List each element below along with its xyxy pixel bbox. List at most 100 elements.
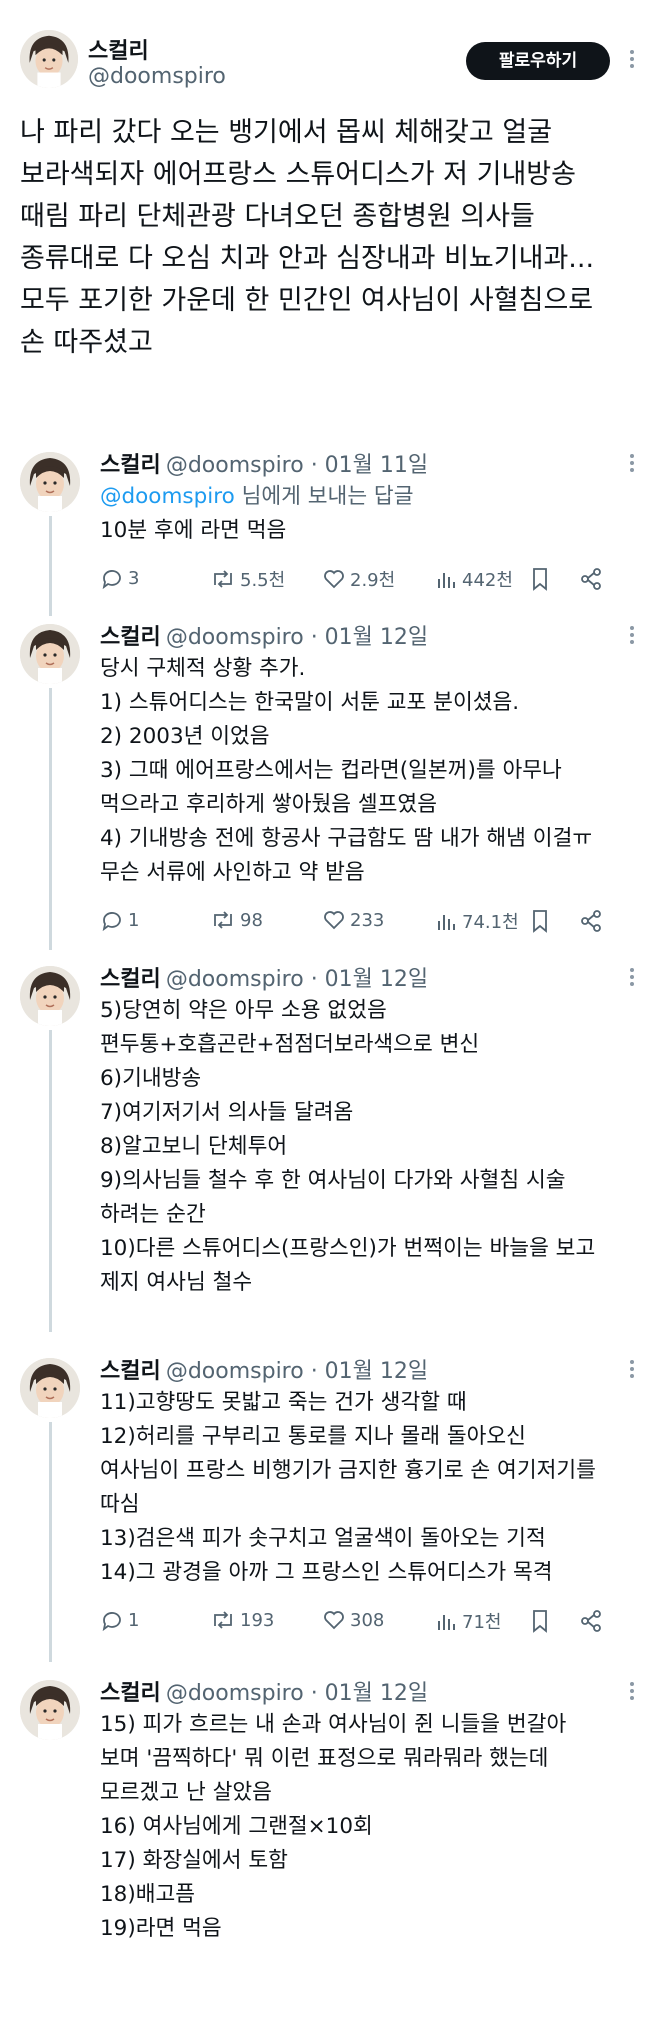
heart-icon	[324, 1611, 344, 1630]
reply-action[interactable]: 1	[100, 908, 139, 932]
reply-header: 스컬리 @doomspiro · 01월 12일	[100, 1675, 428, 1707]
share-icon[interactable]	[578, 1608, 604, 1634]
reply-header: 스컬리 @doomspiro · 01월 12일	[100, 961, 428, 993]
reply-meta[interactable]: @doomspiro · 01월 12일	[166, 625, 428, 650]
reply-line: 12)허리를 구부리고 통로를 지나 몰래 돌아오신	[100, 1424, 526, 1449]
thread-line	[49, 516, 52, 616]
more-options-icon[interactable]	[629, 1682, 635, 1703]
more-options-icon[interactable]	[629, 454, 635, 475]
reply-author-name[interactable]: 스컬리	[100, 1359, 161, 1384]
reply-meta[interactable]: @doomspiro · 01월 11일	[166, 453, 428, 478]
action-bar: 3 5.5천 2.9천 442천	[100, 566, 630, 596]
views-count: 442천	[462, 570, 513, 591]
reply-header: 스컬리 @doomspiro · 01월 12일	[100, 1353, 428, 1385]
like-count: 233	[350, 909, 385, 931]
reply-author-name[interactable]: 스컬리	[100, 453, 161, 478]
reply-to-suffix: 님에게 보내는 답글	[234, 484, 414, 509]
thread-line	[49, 1030, 52, 1326]
comment-icon	[102, 570, 121, 590]
views-action[interactable]: 74.1천	[436, 908, 519, 934]
reply-header: 스컬리 @doomspiro · 01월 11일	[100, 447, 428, 479]
more-options-icon[interactable]	[629, 968, 635, 989]
retweet-action[interactable]: 98	[210, 908, 263, 932]
retweet-count: 98	[240, 909, 263, 931]
post-line: 보라색되자 에어프랑스 스튜어디스가 저 기내방송	[20, 159, 576, 190]
reply-line: 2) 2003년 이었음	[100, 724, 270, 749]
views-action[interactable]: 442천	[436, 566, 513, 592]
bookmark-icon[interactable]	[528, 566, 552, 592]
reply-action[interactable]: 1	[100, 1608, 139, 1632]
heart-icon	[324, 911, 344, 930]
bookmark-icon[interactable]	[528, 1608, 552, 1634]
more-options-icon[interactable]	[629, 1360, 635, 1381]
reply-author-name[interactable]: 스컬리	[100, 625, 161, 650]
more-options-icon[interactable]	[629, 50, 635, 71]
reply-line: 여사님이 프랑스 비행기가 금지한 흉기로 손 여기저기를	[100, 1458, 596, 1483]
reply-line: 4) 기내방송 전에 항공사 구급함도 땀 내가 해냄 이걸ㅠ	[100, 826, 593, 851]
reply-meta[interactable]: @doomspiro · 01월 12일	[166, 967, 428, 992]
post-line: 손 따주셨고	[20, 327, 153, 358]
reply-text: 15) 피가 흐르는 내 손과 여사님이 쥔 니들을 번갈아 보며 '끔찍하다'…	[100, 1708, 566, 1946]
like-action[interactable]: 233	[322, 908, 384, 932]
post-line: 나 파리 갔다 오는 뱅기에서 몹씨 체해갖고 얼굴	[20, 117, 553, 148]
retweet-action[interactable]: 5.5천	[210, 566, 285, 592]
reply-count: 1	[128, 909, 140, 931]
reply-author-name[interactable]: 스컬리	[100, 967, 161, 992]
author-name[interactable]: 스컬리	[88, 33, 149, 65]
reply-header: 스컬리 @doomspiro · 01월 12일	[100, 619, 428, 651]
reply-to-line: @doomspiro 님에게 보내는 답글	[100, 480, 414, 514]
reply-line: 18)배고픔	[100, 1882, 196, 1907]
bookmark-icon[interactable]	[528, 908, 552, 934]
heart-icon	[324, 570, 344, 589]
post-line: 모두 포기한 가운데 한 민간인 여사님이 사혈침으로	[20, 285, 594, 316]
more-options-icon[interactable]	[629, 626, 635, 647]
share-icon[interactable]	[578, 908, 604, 934]
retweet-action[interactable]: 193	[210, 1608, 274, 1632]
reply-line: 1) 스튜어디스는 한국말이 서툰 교포 분이셨음.	[100, 690, 520, 715]
reply-meta[interactable]: @doomspiro · 01월 12일	[166, 1359, 428, 1384]
avatar[interactable]	[20, 966, 80, 1026]
reply-text: 5)당연히 약은 아무 소용 없었음 편두통+호흡곤란+점점더보라색으로 변신 …	[100, 994, 595, 1300]
main-post-text: 나 파리 갔다 오는 뱅기에서 몹씨 체해갖고 얼굴 보라색되자 에어프랑스 스…	[20, 112, 640, 364]
reply-line: 19)라면 먹음	[100, 1916, 222, 1941]
reply-meta[interactable]: @doomspiro · 01월 12일	[166, 1681, 428, 1706]
reply-author-name[interactable]: 스컬리	[100, 1681, 161, 1706]
reply-to-mention[interactable]: @doomspiro	[100, 484, 235, 509]
reply-line: 11)고향땅도 못밟고 죽는 건가 생각할 때	[100, 1390, 467, 1415]
reply-line: 무슨 서류에 사인하고 약 받음	[100, 860, 365, 885]
reply-line: 17) 화장실에서 토함	[100, 1848, 288, 1873]
like-count: 2.9천	[350, 570, 396, 591]
views-icon	[438, 573, 455, 588]
retweet-count: 5.5천	[240, 570, 286, 591]
retweet-icon	[214, 570, 232, 588]
reply-text: 11)고향땅도 못밟고 죽는 건가 생각할 때 12)허리를 구부리고 통로를 …	[100, 1386, 596, 1590]
avatar[interactable]	[20, 624, 80, 684]
reply-line: 당시 구체적 상황 추가.	[100, 656, 306, 681]
reply-text: 10분 후에 라면 먹음	[100, 514, 286, 548]
follow-button[interactable]: 팔로우하기	[466, 42, 610, 80]
reply-line: 16) 여사님에게 그랜절×10회	[100, 1814, 373, 1839]
views-count: 74.1천	[462, 912, 519, 933]
reply-line: 3) 그때 에어프랑스에서는 컵라면(일본꺼)를 아무나	[100, 758, 562, 783]
reply-line: 14)그 광경을 아까 그 프랑스인 스튜어디스가 목격	[100, 1560, 553, 1585]
like-action[interactable]: 308	[322, 1608, 384, 1632]
reply-line: 13)검은색 피가 솟구치고 얼굴색이 돌아오는 기적	[100, 1526, 546, 1551]
author-handle[interactable]: @doomspiro	[88, 64, 226, 89]
reply-line: 10분 후에 라면 먹음	[100, 518, 287, 543]
reply-line: 보며 '끔찍하다' 뭐 이런 표정으로 뭐라뭐라 했는데	[100, 1746, 549, 1771]
reply-line: 모르겠고 난 살았음	[100, 1780, 272, 1805]
thread-line	[49, 688, 52, 950]
reply-action[interactable]: 3	[100, 566, 139, 590]
reply-line: 하려는 순간	[100, 1202, 206, 1227]
avatar[interactable]	[20, 1680, 80, 1740]
post-line: 종류대로 다 오심 치과 안과 심장내과 비뇨기내과...	[20, 243, 595, 274]
avatar[interactable]	[20, 30, 78, 88]
reply-count: 1	[128, 1609, 140, 1631]
share-icon[interactable]	[578, 566, 604, 592]
like-action[interactable]: 2.9천	[322, 566, 395, 592]
avatar[interactable]	[20, 1358, 80, 1418]
avatar[interactable]	[20, 452, 80, 512]
views-count: 71천	[462, 1612, 502, 1633]
retweet-icon	[214, 911, 232, 929]
views-action[interactable]: 71천	[436, 1608, 501, 1634]
